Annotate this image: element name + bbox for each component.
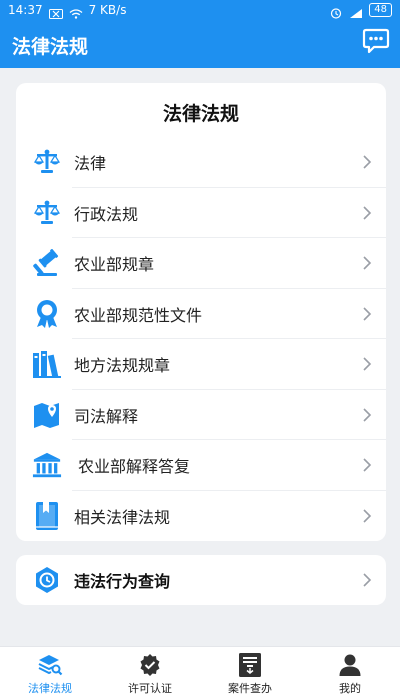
menu-item-label: 地方法规规章 — [74, 356, 171, 376]
menu-item-administrative-regulations[interactable]: 行政法规 — [16, 188, 386, 239]
menu-item-label: 农业部解释答复 — [78, 457, 191, 477]
award-ribbon-icon — [32, 299, 62, 329]
menu-item-label: 农业部规范性文件 — [74, 305, 203, 325]
menu-item-law[interactable]: 法律 — [16, 137, 386, 188]
violation-query-label: 违法行为查询 — [74, 572, 171, 591]
scales-icon — [32, 147, 62, 177]
menu-item-ministry-replies[interactable]: 农业部解释答复 — [16, 440, 386, 491]
chevron-right-icon — [362, 255, 372, 271]
nav-tab-label: 案件查办 — [228, 681, 272, 695]
alarm-icon — [329, 5, 343, 19]
network-speed: 7 KB/s — [88, 3, 127, 17]
layers-search-icon — [37, 652, 63, 678]
battery-indicator: 48 — [369, 3, 392, 17]
nav-tab-label: 我的 — [339, 681, 361, 695]
menu-item-judicial-interpretation[interactable]: 司法解释 — [16, 390, 386, 441]
status-time: 14:37 — [8, 3, 43, 17]
nav-tab-label: 法律法规 — [28, 681, 72, 695]
laws-card: 法律法规 法律 行政法规 农业部规章 农业部规范性文件 地方法规规章 司法解释 … — [16, 83, 386, 541]
message-button[interactable] — [362, 28, 390, 58]
books-icon — [32, 349, 62, 379]
chat-bubble-icon — [362, 28, 390, 58]
chevron-right-icon — [362, 457, 372, 473]
menu-item-label: 相关法律法规 — [74, 507, 171, 527]
violation-query-row[interactable]: 违法行为查询 — [16, 555, 386, 605]
user-icon — [337, 652, 363, 678]
laws-menu: 法律 行政法规 农业部规章 农业部规范性文件 地方法规规章 司法解释 农业部解释… — [16, 137, 386, 541]
gavel-icon — [32, 248, 62, 278]
chevron-right-icon — [362, 154, 372, 170]
scales-icon — [32, 198, 62, 228]
chevron-right-icon — [362, 407, 372, 423]
map-pin-icon — [32, 400, 62, 430]
book-icon — [32, 501, 62, 531]
nav-tab-profile[interactable]: 我的 — [300, 647, 400, 700]
menu-item-label: 法律 — [74, 154, 107, 174]
chevron-right-icon — [362, 356, 372, 372]
sim-off-icon — [48, 5, 63, 19]
app-bar-title: 法律法规 — [12, 36, 89, 58]
chevron-right-icon — [362, 508, 372, 524]
menu-item-label: 农业部规章 — [74, 255, 155, 275]
nav-tab-permits[interactable]: 许可认证 — [100, 647, 200, 700]
wifi-icon — [69, 5, 83, 19]
chevron-right-icon — [362, 572, 372, 588]
menu-item-label: 司法解释 — [74, 406, 139, 426]
menu-item-normative-documents[interactable]: 农业部规范性文件 — [16, 289, 386, 340]
menu-item-ministry-rules[interactable]: 农业部规章 — [16, 238, 386, 289]
document-icon — [237, 652, 263, 678]
status-bar: 14:37 7 KB/s 48 — [0, 0, 400, 20]
chevron-right-icon — [362, 205, 372, 221]
signal-icon — [349, 5, 363, 18]
bottom-nav: 法律法规 许可认证 案件查办 我的 — [0, 646, 400, 700]
menu-item-related-laws[interactable]: 相关法律法规 — [16, 491, 386, 542]
top-bar: 14:37 7 KB/s 48 法律法规 — [0, 0, 400, 68]
institution-icon — [32, 450, 62, 480]
clock-icon — [32, 565, 62, 595]
nav-tab-label: 许可认证 — [128, 681, 172, 695]
nav-tab-laws[interactable]: 法律法规 — [0, 647, 100, 700]
card-title: 法律法规 — [162, 103, 239, 125]
menu-item-label: 行政法规 — [74, 204, 139, 224]
menu-item-local-regulations[interactable]: 地方法规规章 — [16, 339, 386, 390]
verified-shield-icon — [137, 652, 163, 678]
nav-tab-cases[interactable]: 案件查办 — [200, 647, 300, 700]
chevron-right-icon — [362, 306, 372, 322]
